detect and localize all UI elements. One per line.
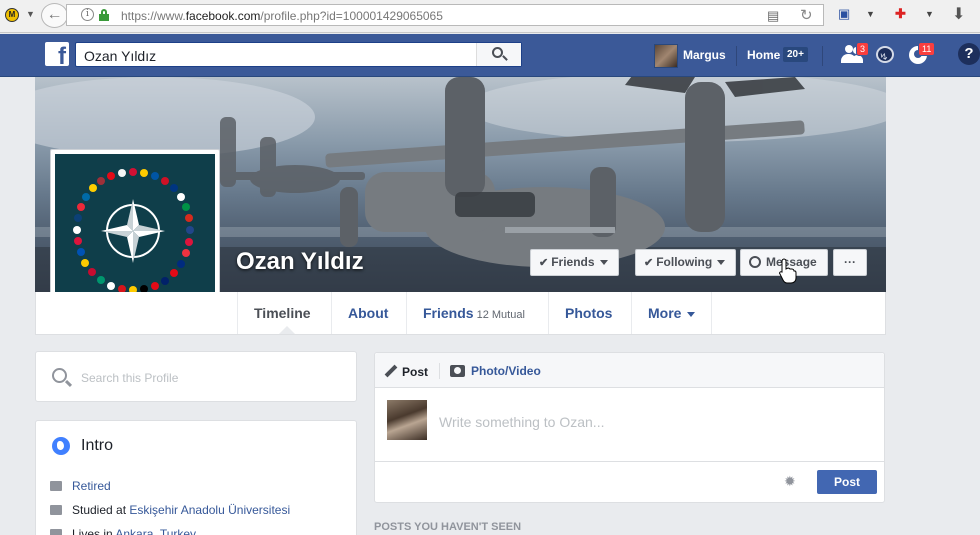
checkmark-icon: ✔ <box>539 257 549 269</box>
hand-cursor-icon <box>779 258 797 284</box>
post-composer: Post Photo/Video Write something to Ozan… <box>374 352 885 503</box>
gear-icon[interactable]: ✹ <box>784 473 796 490</box>
messenger-icon <box>749 256 761 268</box>
help-icon[interactable]: ? <box>958 43 980 65</box>
intro-item-work: Retired <box>50 479 111 493</box>
intro-card: Intro Retired Studied at Eskişehir Anado… <box>35 420 357 535</box>
globe-icon <box>52 437 70 455</box>
divider <box>439 363 440 379</box>
facebook-header: f Ozan Yıldız Margus Home 20+ 3 ↯ 11 ? <box>0 34 980 77</box>
composer-input[interactable]: Write something to Ozan... <box>439 414 604 430</box>
info-icon[interactable]: i <box>81 8 94 21</box>
camera-icon <box>450 365 465 377</box>
chevron-down-icon <box>687 311 696 317</box>
browser-logo-icon[interactable]: M <box>5 8 19 22</box>
user-avatar[interactable] <box>654 44 678 68</box>
pencil-icon <box>384 364 398 378</box>
url-text[interactable]: https://www.facebook.com/profile.php?id=… <box>121 9 443 23</box>
composer-tabs: Post Photo/Video <box>375 353 884 388</box>
intro-item-education: Studied at Eskişehir Anadolu Üniversites… <box>50 503 290 517</box>
more-options-button[interactable]: ··· <box>833 249 867 276</box>
profile-name: Ozan Yıldız <box>236 248 364 275</box>
work-link[interactable]: Retired <box>72 479 111 493</box>
chevron-down-icon[interactable]: ▼ <box>925 9 934 19</box>
download-arrow-icon[interactable]: ⬇ <box>952 4 965 24</box>
composer-tab-post[interactable]: Post <box>384 364 428 379</box>
chevron-down-icon[interactable]: ▼ <box>866 9 875 19</box>
active-tab-indicator <box>279 326 295 334</box>
location-link[interactable]: Ankara, Turkey <box>115 527 196 535</box>
chevron-down-icon <box>599 260 608 266</box>
composer-footer: ✹ Post <box>375 461 884 502</box>
mutual-friends-count: 12 Mutual <box>476 309 525 321</box>
back-arrow-icon[interactable]: ← <box>41 3 68 28</box>
search-profile-input[interactable]: Search this Profile <box>81 371 178 385</box>
intro-title: Intro <box>81 437 114 454</box>
reader-view-icon[interactable]: ▤ <box>767 8 779 24</box>
section-title: POSTS YOU HAVEN'T SEEN <box>374 521 522 533</box>
graduation-cap-icon <box>50 505 62 515</box>
nato-emblem-icon <box>73 168 194 294</box>
chevron-down-icon[interactable]: ▼ <box>26 9 35 19</box>
search-value[interactable]: Ozan Yıldız <box>84 48 156 64</box>
tab-more[interactable]: More <box>631 292 713 334</box>
notifications-badge: 11 <box>918 42 936 56</box>
search-profile-box[interactable]: Search this Profile <box>35 351 357 402</box>
intro-item-location: Lives in Ankara, Turkey <box>50 527 196 535</box>
school-link[interactable]: Eskişehir Anadolu Üniversitesi <box>129 503 290 517</box>
timeline-navigation: Timeline About Friends 12 Mutual Photos M… <box>35 292 886 335</box>
reload-icon[interactable]: ↻ <box>800 6 813 24</box>
checkmark-icon: ✔ <box>644 257 654 269</box>
friends-button[interactable]: ✔ Friends <box>530 249 619 276</box>
user-name-link[interactable]: Margus <box>683 48 726 62</box>
tab-friends[interactable]: Friends 12 Mutual <box>406 292 541 334</box>
search-button[interactable] <box>476 43 521 66</box>
tab-photos[interactable]: Photos <box>548 292 628 334</box>
browser-toolbar: M ▼ ← i https://www.facebook.com/profile… <box>0 0 980 33</box>
avatar <box>387 400 427 440</box>
home-icon <box>50 529 62 535</box>
chevron-down-icon <box>717 260 726 266</box>
addon-cross-icon[interactable]: ✚ <box>895 6 906 22</box>
home-count-badge: 20+ <box>783 47 808 62</box>
tab-about[interactable]: About <box>331 292 404 334</box>
post-button[interactable]: Post <box>817 470 877 494</box>
address-bar[interactable]: i https://www.facebook.com/profile.php?i… <box>66 4 824 26</box>
save-disk-icon[interactable]: ▣ <box>838 6 850 22</box>
facebook-logo-icon[interactable]: f <box>45 42 69 66</box>
home-link[interactable]: Home <box>747 48 780 62</box>
briefcase-icon <box>50 481 62 491</box>
divider <box>736 46 737 66</box>
divider <box>822 46 823 66</box>
friend-requests-badge: 3 <box>856 42 870 56</box>
search-input[interactable]: Ozan Yıldız <box>75 42 522 67</box>
lock-icon[interactable] <box>99 9 109 21</box>
messenger-icon[interactable]: ↯ <box>875 45 899 67</box>
following-button[interactable]: ✔ Following <box>635 249 737 276</box>
composer-tab-photo-video[interactable]: Photo/Video <box>450 364 541 378</box>
